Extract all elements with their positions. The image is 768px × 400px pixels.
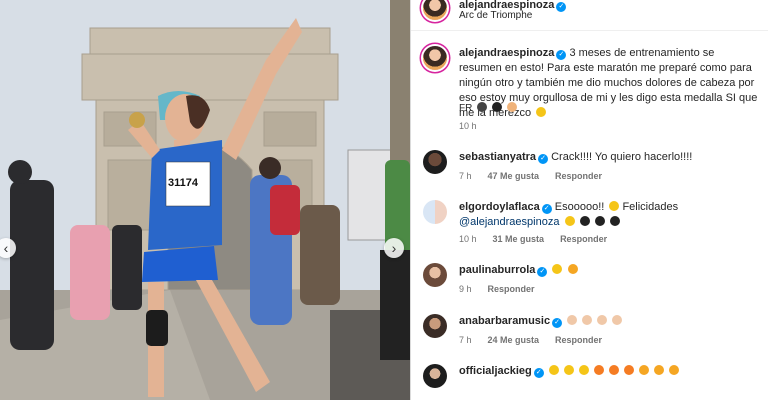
fire-emoji-icon: [594, 365, 605, 375]
comment-text-2: Felicidades: [622, 201, 679, 213]
party-hat-emoji-icon: [594, 216, 605, 226]
party-hat-emoji-icon: [579, 216, 590, 226]
comment-avatar-anabarbaramusic[interactable]: [423, 314, 447, 338]
header-avatar[interactable]: [423, 0, 447, 20]
comment-3: paulinaburrola ✓: [459, 263, 578, 278]
clap-emoji-icon: [578, 365, 589, 375]
reply-button[interactable]: Responder: [560, 234, 607, 244]
marathon-photo-illustration: 31174: [0, 0, 410, 400]
header-divider: [411, 30, 768, 31]
next-photo-button[interactable]: ›: [384, 238, 404, 258]
clap-emoji-icon: [597, 315, 608, 325]
comment-1: sebastianyatra ✓ Crack!!!! Yo quiero hace…: [459, 150, 692, 165]
chevron-right-icon: ›: [391, 240, 397, 256]
heart-eyes-emoji-icon: [567, 264, 578, 274]
comment-avatar-elgordoylaflaca[interactable]: [423, 200, 447, 224]
caption-time: 10 h: [459, 121, 477, 131]
comment-1-meta: 7 h 47 Me gusta Responder: [459, 171, 618, 181]
verified-badge-icon: ✓: [556, 50, 567, 60]
eyes-emoji-icon: [491, 102, 502, 112]
comment-username[interactable]: sebastianyatra: [459, 151, 536, 163]
fire-emoji-icon: [609, 365, 620, 375]
comment-time: 9 h: [459, 284, 472, 294]
laughing-emoji-icon: [536, 107, 547, 117]
comment-2: elgordoylaflaca ✓ Esooooo!! Felicidades @…: [459, 200, 759, 230]
comment-avatar-sebastianyatra[interactable]: [423, 150, 447, 174]
face-emoji-icon: [506, 102, 517, 112]
comment-username[interactable]: anabarbaramusic: [459, 315, 550, 327]
post-photo: 31174 ‹ ›: [0, 0, 410, 400]
chevron-left-icon: ‹: [3, 240, 9, 256]
reply-button[interactable]: Responder: [555, 335, 602, 345]
comment-username[interactable]: elgordoylaflaca: [459, 201, 540, 213]
comment-username[interactable]: paulinaburrola: [459, 264, 535, 276]
comment-likes[interactable]: 47 Me gusta: [488, 171, 540, 181]
comment-time: 10 h: [459, 234, 477, 244]
verified-badge-icon: ✓: [552, 318, 563, 328]
comment-likes[interactable]: 31 Me gusta: [493, 234, 545, 244]
mention-link[interactable]: @alejandraespinoza: [459, 216, 559, 228]
comment-username[interactable]: officialjackieg: [459, 365, 532, 377]
runner-emoji-icon: [477, 102, 488, 112]
verified-badge-icon: ✓: [541, 204, 552, 214]
caption-username[interactable]: alejandraespinoza: [459, 47, 554, 59]
reply-button[interactable]: Responder: [555, 171, 602, 181]
caption-avatar[interactable]: [423, 46, 447, 70]
comment-3-meta: 9 h Responder: [459, 284, 551, 294]
comment-2-meta: 10 h 31 Me gusta Responder: [459, 234, 623, 244]
clap-emoji-icon: [612, 315, 623, 325]
reply-button[interactable]: Responder: [488, 284, 535, 294]
comment-time: 7 h: [459, 335, 472, 345]
caption-flags-row: FR: [459, 101, 517, 116]
clap-emoji-icon: [609, 201, 620, 211]
fire-emoji-icon: [624, 365, 635, 375]
comments-panel: alejandraespinoza ✓ Arc de Triomphe aleja…: [411, 0, 768, 400]
clap-emoji-icon: [552, 264, 563, 274]
heart-eyes-emoji-icon: [669, 365, 680, 375]
verified-badge-icon: ✓: [538, 154, 549, 164]
comment-4: anabarbaramusic ✓: [459, 314, 623, 329]
location-link[interactable]: Arc de Triomphe: [459, 8, 532, 23]
clap-emoji-icon: [582, 315, 593, 325]
comment-likes[interactable]: 24 Me gusta: [488, 335, 540, 345]
flag-label: FR: [459, 103, 473, 114]
clap-emoji-icon: [548, 365, 559, 375]
comment-5: officialjackieg ✓: [459, 364, 680, 379]
party-hat-emoji-icon: [609, 216, 620, 226]
clap-emoji-icon: [563, 365, 574, 375]
comment-4-meta: 7 h 24 Me gusta Responder: [459, 335, 618, 345]
verified-badge-icon: ✓: [556, 2, 567, 12]
comment-time: 7 h: [459, 171, 472, 181]
heart-eyes-emoji-icon: [654, 365, 665, 375]
verified-badge-icon: ✓: [537, 267, 548, 277]
comment-avatar-officialjackieg[interactable]: [423, 364, 447, 388]
verified-badge-icon: ✓: [533, 368, 544, 378]
comment-text: Esooooo!!: [554, 201, 605, 213]
svg-text:31174: 31174: [168, 177, 199, 189]
comment-text: Crack!!!! Yo quiero hacerlo!!!!: [551, 151, 693, 163]
comment-avatar-paulinaburrola[interactable]: [423, 263, 447, 287]
clap-emoji-icon: [567, 315, 578, 325]
medal-emoji-icon: [564, 216, 575, 226]
heart-eyes-emoji-icon: [639, 365, 650, 375]
